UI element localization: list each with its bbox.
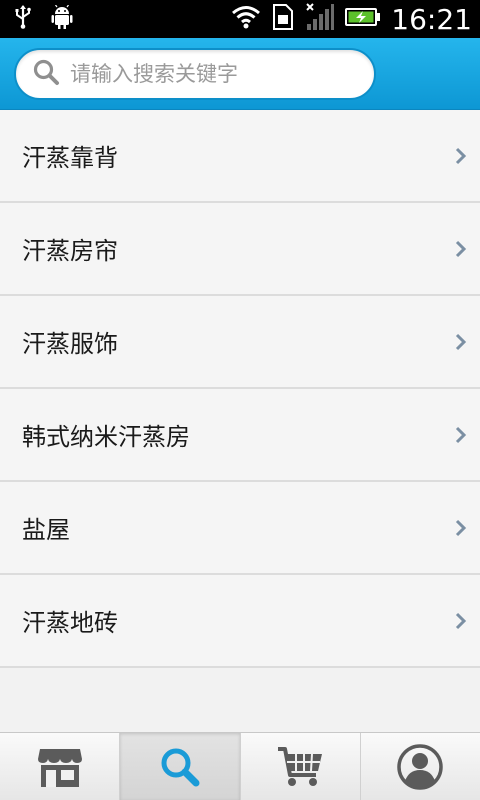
search-input[interactable] [70,62,360,86]
user-icon [397,743,444,790]
list-item-label: 汗蒸房帘 [22,237,118,265]
tab-profile[interactable] [361,733,480,800]
sim-card-icon [271,3,295,35]
chevron-right-icon [455,519,467,536]
list-item[interactable]: 汗蒸房帘 [0,203,480,296]
wifi-icon [231,5,261,33]
store-icon [37,748,82,787]
tab-cart[interactable] [241,733,361,800]
list-item[interactable]: 汗蒸服饰 [0,296,480,389]
list-item-label: 韩式纳米汗蒸房 [22,423,190,451]
chevron-right-icon [455,147,467,164]
tab-store[interactable] [0,733,121,800]
cart-icon [278,746,323,786]
status-bar: 16:21 [0,0,480,38]
list-item[interactable]: 汗蒸地砖 [0,575,480,668]
search-icon [161,748,200,786]
chevron-right-icon [455,240,467,257]
status-bar-left [14,4,74,33]
usb-icon [14,5,32,33]
search-icon [32,58,60,90]
search-box[interactable] [14,48,376,100]
chevron-right-icon [455,612,467,629]
list-item[interactable]: 汗蒸靠背 [0,110,480,203]
list-item[interactable]: 盐屋 [0,482,480,575]
clock: 16:21 [391,2,472,36]
chevron-right-icon [455,426,467,443]
battery-charging-icon [345,7,381,31]
chevron-right-icon [455,333,467,350]
list-item-label: 盐屋 [22,516,70,544]
bottom-nav [0,732,480,800]
signal-icon [305,3,335,35]
category-list: 汗蒸靠背 汗蒸房帘 汗蒸服饰 韩式纳米汗蒸房 盐屋 汗蒸地砖 [0,110,480,668]
list-item-label: 汗蒸靠背 [22,144,118,172]
status-bar-right: 16:21 [231,2,472,36]
tab-search[interactable] [120,733,241,800]
list-item-label: 汗蒸服饰 [22,330,118,358]
list-item[interactable]: 韩式纳米汗蒸房 [0,389,480,482]
android-debug-icon [50,4,74,33]
list-item-label: 汗蒸地砖 [22,609,118,637]
header-bar [0,38,480,110]
